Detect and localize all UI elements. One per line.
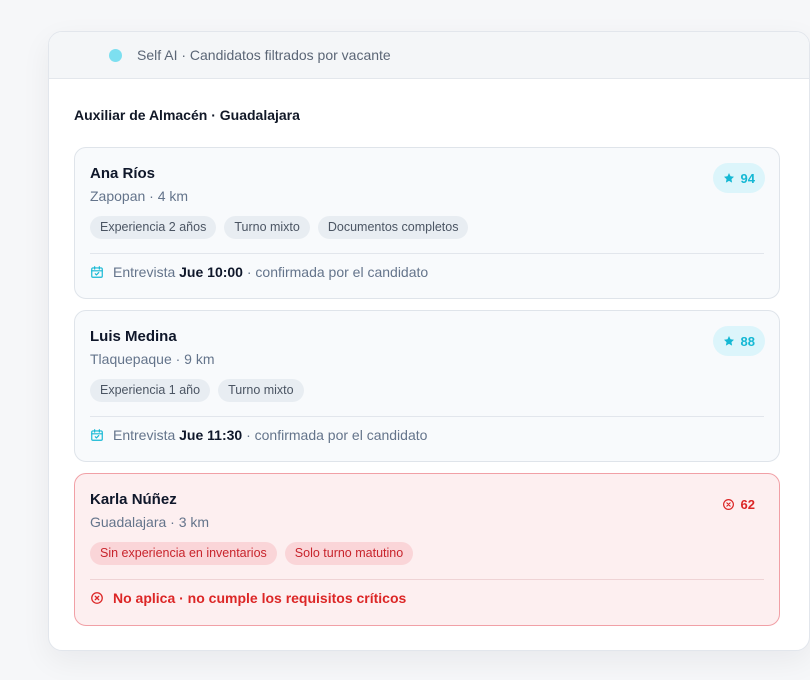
candidate-card-luis-medina[interactable]: Luis Medina Tlaquepaque · 9 km 88 Experi… [74, 310, 780, 462]
candidates-panel: Self AI · Candidatos filtrados por vacan… [48, 31, 810, 651]
header-title: Self AI · Candidatos filtrados por vacan… [137, 47, 391, 63]
tag: Documentos completos [317, 216, 469, 239]
score-value: 88 [740, 333, 755, 349]
tag: Experiencia 2 años [90, 216, 217, 239]
interview-info: Entrevista Jue 11:30 · confirmada por el… [90, 427, 427, 443]
interview-time: Jue 11:30 [179, 427, 243, 443]
tag: Turno mixto [224, 216, 310, 239]
reject-message: No aplica · no cumple los requisitos crí… [90, 590, 406, 606]
candidate-name: Luis Medina [90, 328, 177, 345]
x-circle-icon [722, 498, 734, 510]
status-dot [109, 48, 122, 62]
tag-list: Experiencia 2 años Turno mixto Documento… [90, 216, 469, 239]
candidate-location: Guadalajara · 3 km [90, 514, 210, 530]
score-value: 62 [740, 496, 755, 512]
score-value: 94 [740, 170, 755, 186]
interview-status: · confirmada por el candidato [246, 427, 428, 443]
candidate-location: Tlaquepaque · 9 km [90, 351, 215, 367]
tag-list: Sin experiencia en inventarios Solo turn… [90, 542, 414, 565]
candidate-card-karla-nunez[interactable]: Karla Núñez Guadalajara · 3 km 62 Sin ex… [74, 473, 780, 626]
calendar-check-icon [91, 429, 103, 441]
tag: Sin experiencia en inventarios [90, 542, 277, 565]
divider [90, 416, 764, 417]
candidate-name: Karla Núñez [90, 491, 177, 508]
score-badge: 94 [712, 163, 765, 193]
tag: Solo turno matutino [284, 542, 414, 565]
interview-time: Jue 10:00 [179, 264, 243, 280]
score-badge: 88 [712, 326, 765, 356]
score-badge: 62 [712, 489, 765, 519]
divider [90, 579, 764, 580]
interview-info: Entrevista Jue 10:00 · confirmada por el… [90, 264, 428, 280]
x-circle-icon [91, 592, 103, 604]
tag: Experiencia 1 año [90, 379, 211, 402]
divider [90, 253, 764, 254]
reject-text: No aplica · no cumple los requisitos crí… [113, 590, 407, 606]
candidate-name: Ana Ríos [90, 165, 156, 182]
interview-prefix: Entrevista [113, 264, 176, 280]
star-icon [723, 173, 734, 183]
interview-status: · confirmada por el candidato [246, 264, 429, 280]
panel-header: Self AI · Candidatos filtrados por vacan… [49, 32, 809, 79]
tag-list: Experiencia 1 año Turno mixto [90, 379, 304, 402]
candidate-location: Zapopan · 4 km [90, 188, 189, 204]
star-icon [723, 336, 734, 346]
interview-prefix: Entrevista [113, 427, 176, 443]
tag: Turno mixto [218, 379, 304, 402]
calendar-check-icon [91, 266, 103, 278]
vacancy-title: Auxiliar de Almacén · Guadalajara [74, 107, 300, 123]
candidate-card-ana-rios[interactable]: Ana Ríos Zapopan · 4 km 94 Experiencia 2… [74, 147, 780, 299]
